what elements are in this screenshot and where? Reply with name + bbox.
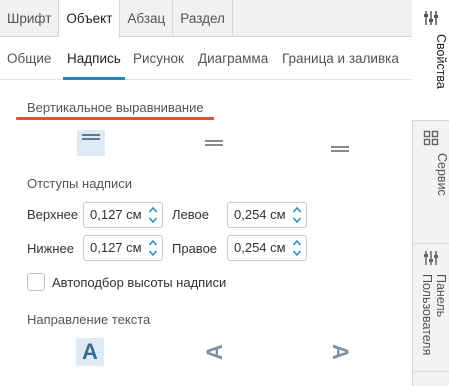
sidebar-item-properties[interactable]: Свойства <box>412 0 449 121</box>
top-align-icon <box>82 134 100 136</box>
subtab-border-fill[interactable]: Граница и заливка <box>282 37 399 80</box>
margin-top-label: Верхнее <box>27 207 79 222</box>
user-panel-sliders-icon <box>424 251 438 265</box>
highlight-underline <box>16 117 214 120</box>
tab-object[interactable]: Объект <box>59 0 121 38</box>
chevron-up-icon[interactable] <box>148 205 158 214</box>
horizontal-text-icon: A <box>82 339 98 364</box>
text-direction-rotate-up-button[interactable]: A <box>201 338 229 366</box>
tab-paragraph[interactable]: Абзац <box>120 0 174 37</box>
chevron-down-icon[interactable] <box>292 216 302 225</box>
service-grid-icon <box>423 130 439 146</box>
autofit-checkbox[interactable] <box>27 273 45 291</box>
bottom-align-icon <box>331 146 349 148</box>
align-bottom-button[interactable] <box>326 132 354 158</box>
margin-bottom-label: Нижнее <box>27 241 74 256</box>
margin-top-stepper[interactable] <box>148 205 158 225</box>
chevron-up-icon[interactable] <box>292 205 302 214</box>
rotate-down-text-icon: A <box>327 344 353 360</box>
margin-left-field[interactable]: 0,254 см <box>227 202 307 228</box>
subtab-picture[interactable]: Рисунок <box>133 37 184 80</box>
sidebar-item-user-panel[interactable]: Панель Пользователя <box>413 244 449 372</box>
align-top-button[interactable] <box>77 130 105 156</box>
margin-bottom-field[interactable]: 0,127 см <box>83 235 163 261</box>
text-direction-title: Направление текста <box>27 312 151 327</box>
subtab-chart[interactable]: Диаграмма <box>198 37 268 80</box>
margin-right-field[interactable]: 0,254 см <box>227 235 307 261</box>
chevron-down-icon[interactable] <box>292 249 302 258</box>
chevron-down-icon[interactable] <box>148 249 158 258</box>
chevron-up-icon[interactable] <box>148 238 158 247</box>
margin-top-field[interactable]: 0,127 см <box>83 202 163 228</box>
tab-font[interactable]: Шрифт <box>0 0 60 37</box>
subtab-general[interactable]: Общие <box>7 37 51 80</box>
tab-section[interactable]: Раздел <box>173 0 233 37</box>
properties-sliders-icon <box>424 11 438 25</box>
middle-align-icon <box>205 140 223 142</box>
text-direction-rotate-down-button[interactable]: A <box>326 338 354 366</box>
margin-bottom-stepper[interactable] <box>148 238 158 258</box>
chevron-up-icon[interactable] <box>292 238 302 247</box>
text-direction-horizontal-button[interactable]: A <box>76 338 104 366</box>
sidebar-item-service[interactable]: Сервис <box>413 121 449 244</box>
right-sidebar: Свойства Сервис Панель Пользователя <box>412 0 449 386</box>
margin-left-label: Левое <box>172 207 209 222</box>
margin-right-stepper[interactable] <box>292 238 302 258</box>
rotate-up-text-icon: A <box>201 344 227 360</box>
margin-left-stepper[interactable] <box>292 205 302 225</box>
chevron-down-icon[interactable] <box>148 216 158 225</box>
margins-title: Отступы надписи <box>27 176 133 191</box>
margin-right-label: Правое <box>172 241 218 256</box>
subtab-textbox[interactable]: Надпись <box>63 37 125 80</box>
vertical-align-title: Вертикальное выравнивание <box>27 100 204 115</box>
align-middle-button[interactable] <box>200 130 228 156</box>
autofit-label[interactable]: Автоподбор высоты надписи <box>52 275 226 290</box>
top-tab-bar: Шрифт Объект Абзац Раздел <box>0 0 413 38</box>
sub-tab-bar: Общие Надпись Рисунок Диаграмма Граница … <box>0 37 413 80</box>
properties-panel: Шрифт Объект Абзац Раздел Общие Надпись … <box>0 0 413 386</box>
